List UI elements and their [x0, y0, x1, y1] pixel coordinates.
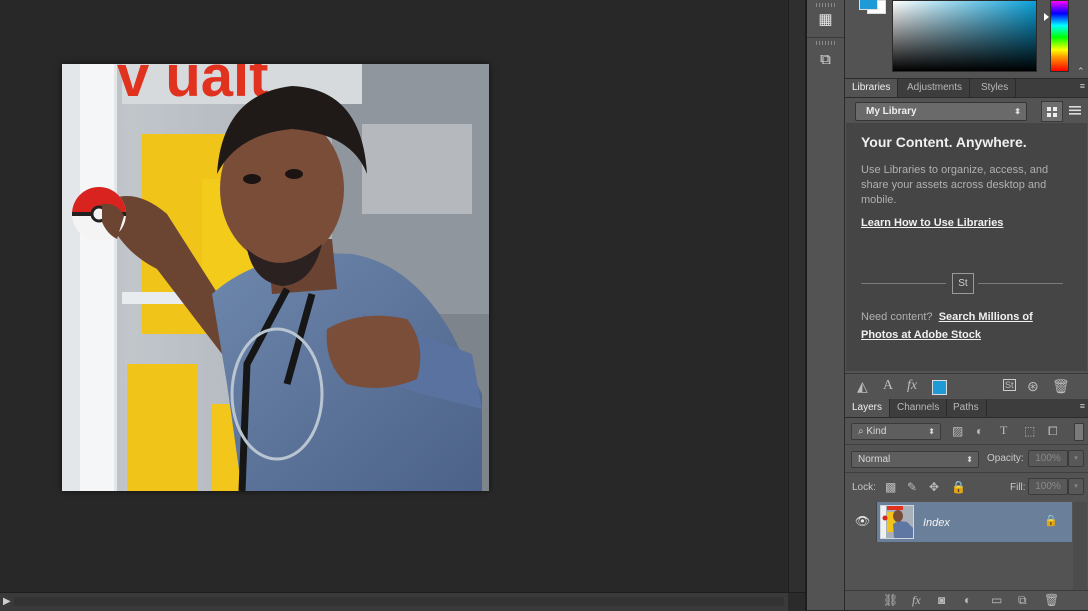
scrollbar-corner — [788, 593, 805, 611]
layers-menu-icon[interactable]: ≡ — [1080, 401, 1085, 411]
tab-channels[interactable]: Channels — [890, 399, 948, 417]
adobe-stock-search-icon[interactable]: St — [1003, 379, 1016, 391]
lock-transparent-pixels-icon[interactable]: ▩ — [885, 480, 896, 494]
divider-left — [861, 283, 946, 284]
chevron-updown-icon: ⬍ — [1014, 107, 1021, 116]
filter-kind-value: Kind — [866, 426, 887, 437]
lock-label: Lock: — [852, 482, 876, 493]
dock-divider — [807, 37, 844, 38]
layers-scrollbar[interactable] — [1073, 502, 1087, 590]
libraries-heading: Your Content. Anywhere. — [861, 134, 1027, 150]
opacity-label: Opacity: — [987, 453, 1024, 464]
add-character-style-icon[interactable]: A — [883, 378, 893, 394]
layer-lock-icon: 🔒 — [1044, 515, 1058, 527]
tab-adjustments[interactable]: Adjustments — [900, 79, 971, 97]
adjustment-layer-icon[interactable]: ◐ — [964, 593, 971, 607]
layer-name[interactable]: Index — [923, 517, 950, 529]
creative-cloud-icon[interactable]: ⊛ — [1027, 378, 1039, 395]
libraries-description: Use Libraries to organize, access, and s… — [861, 164, 1049, 206]
adobe-stock-icon: St — [952, 273, 974, 294]
document-canvas-area[interactable]: v ualt — [0, 0, 788, 592]
library-select[interactable]: My Library ⬍ — [855, 102, 1027, 121]
layer-visibility-toggle[interactable]: 👁 — [846, 502, 877, 542]
fill-field[interactable]: 100% — [1028, 478, 1068, 495]
chevron-updown-icon: ⬍ — [928, 427, 935, 436]
divider — [845, 472, 1088, 473]
right-panel-column: ⌃ Libraries Adjustments Styles ≡ My Libr… — [845, 0, 1088, 610]
vertical-scrollbar[interactable] — [788, 0, 806, 592]
filter-pixel-icon[interactable]: ▨ — [952, 424, 963, 438]
need-content-text: Need content? Search Millions of Photos … — [861, 308, 1071, 344]
horizontal-scrollbar[interactable]: ▶ — [0, 592, 805, 611]
libraries-toolbar: ◭ A fx St ⊛ 🗑 — [845, 373, 1088, 399]
tab-libraries[interactable]: Libraries — [845, 79, 899, 97]
document-image[interactable]: v ualt — [62, 64, 489, 491]
add-fill-color-icon[interactable] — [932, 380, 947, 395]
lock-position-icon[interactable]: ✥ — [929, 480, 939, 494]
list-view-icon[interactable] — [1065, 101, 1085, 120]
opacity-dropdown-icon[interactable]: ▾ — [1068, 450, 1084, 467]
filter-type-icon[interactable]: T — [1000, 423, 1007, 438]
blend-mode-value: Normal — [858, 454, 891, 465]
photo-man-with-pokeball: v ualt — [62, 64, 489, 491]
scrollbar-thumb[interactable] — [14, 597, 784, 606]
scroll-left-arrow-icon[interactable]: ▶ — [3, 596, 11, 607]
fg-bg-swatches[interactable] — [849, 0, 887, 14]
add-graphic-icon[interactable]: ◭ — [857, 378, 868, 395]
hue-marker-icon[interactable] — [1044, 13, 1049, 21]
add-layer-style-icon[interactable]: fx — [907, 378, 917, 394]
blend-mode-select[interactable]: Normal ⬍ — [851, 451, 979, 468]
layer-filter-select[interactable]: ⌕ Kind ⬍ — [851, 423, 941, 440]
svg-text:v ualt: v ualt — [117, 64, 269, 109]
new-group-icon[interactable]: ▭ — [991, 593, 1002, 607]
layers-tabbar: Layers Channels Paths ≡ — [845, 399, 1088, 418]
learn-libraries-link[interactable]: Learn How to Use Libraries — [861, 217, 1003, 229]
new-layer-icon[interactable]: ⧉ — [1018, 593, 1027, 608]
opacity-field[interactable]: 100% — [1028, 450, 1068, 467]
collapsed-panel-dock: ▦ ⧉ — [807, 0, 845, 610]
divider — [845, 444, 1088, 445]
chevron-updown-icon: ⬍ — [966, 455, 973, 464]
need-content-label: Need content? — [861, 311, 933, 323]
delete-layer-icon[interactable]: 🗑 — [1044, 593, 1059, 607]
tab-layers[interactable]: Layers — [845, 399, 891, 417]
library-select-value: My Library — [866, 106, 917, 117]
layer-thumbnail[interactable] — [880, 505, 914, 539]
color-spectrum-field[interactable] — [892, 0, 1037, 72]
filter-smart-object-icon[interactable]: ⧠ — [1048, 424, 1058, 439]
search-icon: ⌕ — [858, 426, 864, 437]
filter-adjustment-icon[interactable]: ◐ — [976, 424, 983, 438]
fill-label: Fill: — [1010, 482, 1026, 493]
panel-menu-icon[interactable]: ≡ — [1080, 81, 1085, 91]
foreground-color-swatch[interactable] — [859, 0, 878, 10]
filter-shape-icon[interactable]: ⬚ — [1024, 424, 1035, 438]
transform-icon[interactable]: ⧉ — [812, 48, 839, 72]
dock-grip[interactable] — [816, 3, 836, 7]
divider-right — [978, 283, 1063, 284]
layer-style-icon[interactable]: fx — [912, 593, 921, 608]
layers-toolbar: ⛓ fx ◙ ◐ ▭ ⧉ 🗑 — [845, 590, 1088, 611]
fill-dropdown-icon[interactable]: ▾ — [1068, 478, 1084, 495]
3d-cube-icon[interactable]: ▦ — [812, 8, 839, 32]
eye-icon: 👁 — [855, 514, 871, 528]
libraries-tabbar: Libraries Adjustments Styles ≡ — [845, 79, 1088, 98]
tab-styles[interactable]: Styles — [974, 79, 1017, 97]
panel-scroll-icon[interactable]: ⌃ — [1077, 66, 1085, 77]
hue-slider[interactable] — [1050, 0, 1069, 72]
lock-all-icon[interactable]: 🔒 — [951, 480, 966, 494]
filter-toggle[interactable] — [1074, 423, 1084, 441]
dock-grip[interactable] — [816, 41, 836, 45]
trash-icon[interactable]: 🗑 — [1052, 378, 1070, 395]
link-layers-icon[interactable]: ⛓ — [883, 593, 898, 607]
add-mask-icon[interactable]: ◙ — [938, 593, 945, 607]
lock-image-pixels-icon[interactable]: ✎ — [907, 480, 917, 494]
color-panel: ⌃ — [845, 0, 1088, 79]
grid-view-icon[interactable] — [1041, 101, 1063, 122]
tab-paths[interactable]: Paths — [946, 399, 987, 417]
